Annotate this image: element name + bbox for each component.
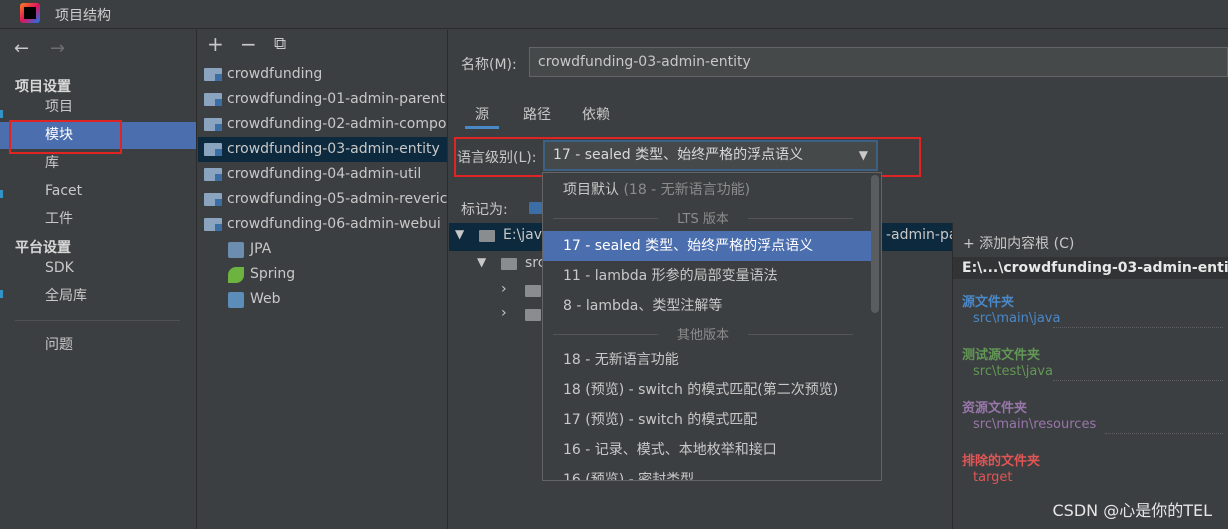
nav-section-platform-settings: 平台设置 (15, 240, 71, 256)
module-item[interactable]: crowdfunding-02-admin-component (198, 112, 447, 137)
tree-folder-icon (525, 285, 541, 297)
module-label: crowdfunding-06-admin-webui (227, 216, 441, 232)
copy-module-icon[interactable]: ⧉ (274, 34, 286, 54)
resource-folders-title: 资源文件夹 (962, 401, 1028, 416)
project-default-label: 项目默认 (563, 182, 619, 198)
dropdown-item-18[interactable]: 18 - 无新语言功能 (543, 345, 871, 375)
expand-chevron-icon[interactable]: ▼ (477, 255, 486, 269)
language-level-dropdown: 项目默认 (18 - 无新语言功能) LTS 版本 17 - sealed 类型… (542, 172, 882, 481)
dotted-line (1105, 433, 1223, 434)
dropdown-item-18-preview[interactable]: 18 (预览) - switch 的模式匹配(第二次预览) (543, 375, 871, 405)
forward-arrow-icon[interactable]: → (50, 38, 65, 59)
remove-module-icon[interactable]: − (240, 34, 257, 54)
module-label: crowdfunding-05-admin-reverice (227, 191, 448, 207)
module-item-selected[interactable]: crowdfunding-03-admin-entity (198, 137, 447, 162)
facet-label: Spring (250, 266, 296, 282)
title-bar: 项目结构 (0, 0, 1228, 29)
facet-label: JPA (250, 241, 272, 257)
name-label: 名称(M): (461, 57, 517, 73)
nav-item-global-libraries[interactable]: 全局库 (0, 283, 196, 310)
nav-item-facets[interactable]: Facet (0, 178, 196, 205)
content-root-header: E:\...\crowdfunding-03-admin-entity (953, 257, 1228, 279)
excluded-folder-path[interactable]: target (973, 470, 1013, 485)
intellij-logo-icon (20, 3, 40, 23)
test-folder-path[interactable]: src\test\java (973, 364, 1053, 379)
collapse-chevron-icon[interactable]: › (501, 281, 507, 297)
module-name-input[interactable]: crowdfunding-03-admin-entity (529, 47, 1228, 77)
window-title: 项目结构 (55, 8, 111, 24)
test-folders-title: 测试源文件夹 (962, 348, 1041, 363)
dropdown-scrollbar[interactable] (871, 175, 879, 313)
highlight-language-level-box (454, 137, 921, 177)
back-arrow-icon[interactable]: ← (14, 38, 29, 59)
tree-folder-icon (525, 309, 541, 321)
dropdown-item-project-default[interactable]: 项目默认 (18 - 无新语言功能) (543, 175, 871, 205)
module-folder-icon (204, 218, 222, 231)
nav-item-sdk[interactable]: SDK (0, 255, 196, 282)
nav-item-problems[interactable]: 问题 (0, 332, 196, 359)
module-label: crowdfunding-04-admin-util (227, 166, 422, 182)
collapse-chevron-icon[interactable]: › (501, 305, 507, 321)
module-item[interactable]: crowdfunding-01-admin-parent (198, 87, 447, 112)
mark-as-label: 标记为: (461, 202, 508, 218)
dropdown-item-16[interactable]: 16 - 记录、模式、本地枚举和接口 (543, 435, 871, 465)
highlight-modules-box (9, 120, 122, 154)
module-item[interactable]: crowdfunding-04-admin-util (198, 162, 447, 187)
dropdown-group-lts: LTS 版本 (553, 208, 853, 228)
spring-leaf-icon (228, 267, 244, 283)
add-module-icon[interactable]: + (207, 34, 224, 54)
settings-nav-pane: ← → 项目设置 项目 模块 库 Facet 工件 平台设置 SDK 全局库 问… (0, 30, 197, 529)
dotted-line (1053, 380, 1223, 381)
resource-folder-path[interactable]: src\main\resources (973, 417, 1096, 432)
tab-paths[interactable]: 路径 (523, 104, 551, 124)
facet-item-spring[interactable]: Spring (198, 262, 447, 287)
nav-divider (15, 320, 180, 321)
facet-item-web[interactable]: Web (198, 287, 447, 312)
dropdown-item-17[interactable]: 17 - sealed 类型、始终严格的浮点语义 (543, 231, 871, 261)
module-item[interactable]: crowdfunding-05-admin-reverice (198, 187, 448, 212)
csdn-watermark: CSDN @心是你的TEL (1052, 501, 1212, 520)
dropdown-item-17-preview[interactable]: 17 (预览) - switch 的模式匹配 (543, 405, 871, 435)
nav-item-artifacts[interactable]: 工件 (0, 206, 196, 233)
source-folder-path[interactable]: src\main\java (973, 311, 1060, 326)
content-root-panel: + 添加内容根 (C) E:\...\crowdfunding-03-admin… (952, 223, 1228, 529)
web-icon (228, 292, 244, 308)
module-label: crowdfunding-01-admin-parent (227, 91, 445, 107)
tree-root-tail: -admin-pa (886, 227, 958, 243)
dropdown-item-16-preview[interactable]: 16 (预览) - 密封类型 (543, 465, 871, 480)
module-label: crowdfunding (227, 66, 323, 82)
module-folder-icon (204, 193, 222, 206)
module-folder-icon (204, 118, 222, 131)
dropdown-item-11[interactable]: 11 - lambda 形参的局部变量语法 (543, 261, 871, 291)
project-default-hint: (18 - 无新语言功能) (623, 182, 751, 198)
tree-folder-icon (479, 230, 495, 242)
dotted-line (1053, 327, 1223, 328)
dropdown-item-8[interactable]: 8 - lambda、类型注解等 (543, 291, 871, 321)
module-label: crowdfunding-03-admin-entity (227, 141, 440, 157)
module-folder-icon (204, 93, 222, 106)
module-item[interactable]: crowdfunding-06-admin-webui (198, 212, 447, 237)
module-folder-icon (204, 168, 222, 181)
excluded-folders-title: 排除的文件夹 (962, 454, 1041, 469)
facet-label: Web (250, 291, 281, 307)
nav-item-project[interactable]: 项目 (0, 94, 196, 121)
module-label: crowdfunding-02-admin-component (227, 116, 447, 132)
nav-section-project-settings: 项目设置 (15, 79, 71, 95)
module-folder-icon (204, 68, 222, 81)
jpa-icon (228, 242, 244, 258)
module-folder-icon (204, 143, 222, 156)
tab-dependencies[interactable]: 依赖 (582, 104, 610, 124)
dropdown-group-other: 其他版本 (553, 324, 853, 344)
nav-item-libraries[interactable]: 库 (0, 150, 196, 177)
active-tab-indicator (465, 126, 499, 129)
expand-chevron-icon[interactable]: ▼ (455, 227, 464, 241)
add-content-root-button[interactable]: + 添加内容根 (C) (963, 233, 1074, 253)
source-folders-title: 源文件夹 (962, 295, 1015, 310)
module-item[interactable]: crowdfunding (198, 62, 447, 87)
tab-sources[interactable]: 源 (475, 104, 489, 124)
tree-folder-icon (501, 258, 517, 270)
facet-item-jpa[interactable]: JPA (198, 237, 447, 262)
module-tree-pane: + − ⧉ crowdfunding crowdfunding-01-admin… (198, 30, 448, 529)
